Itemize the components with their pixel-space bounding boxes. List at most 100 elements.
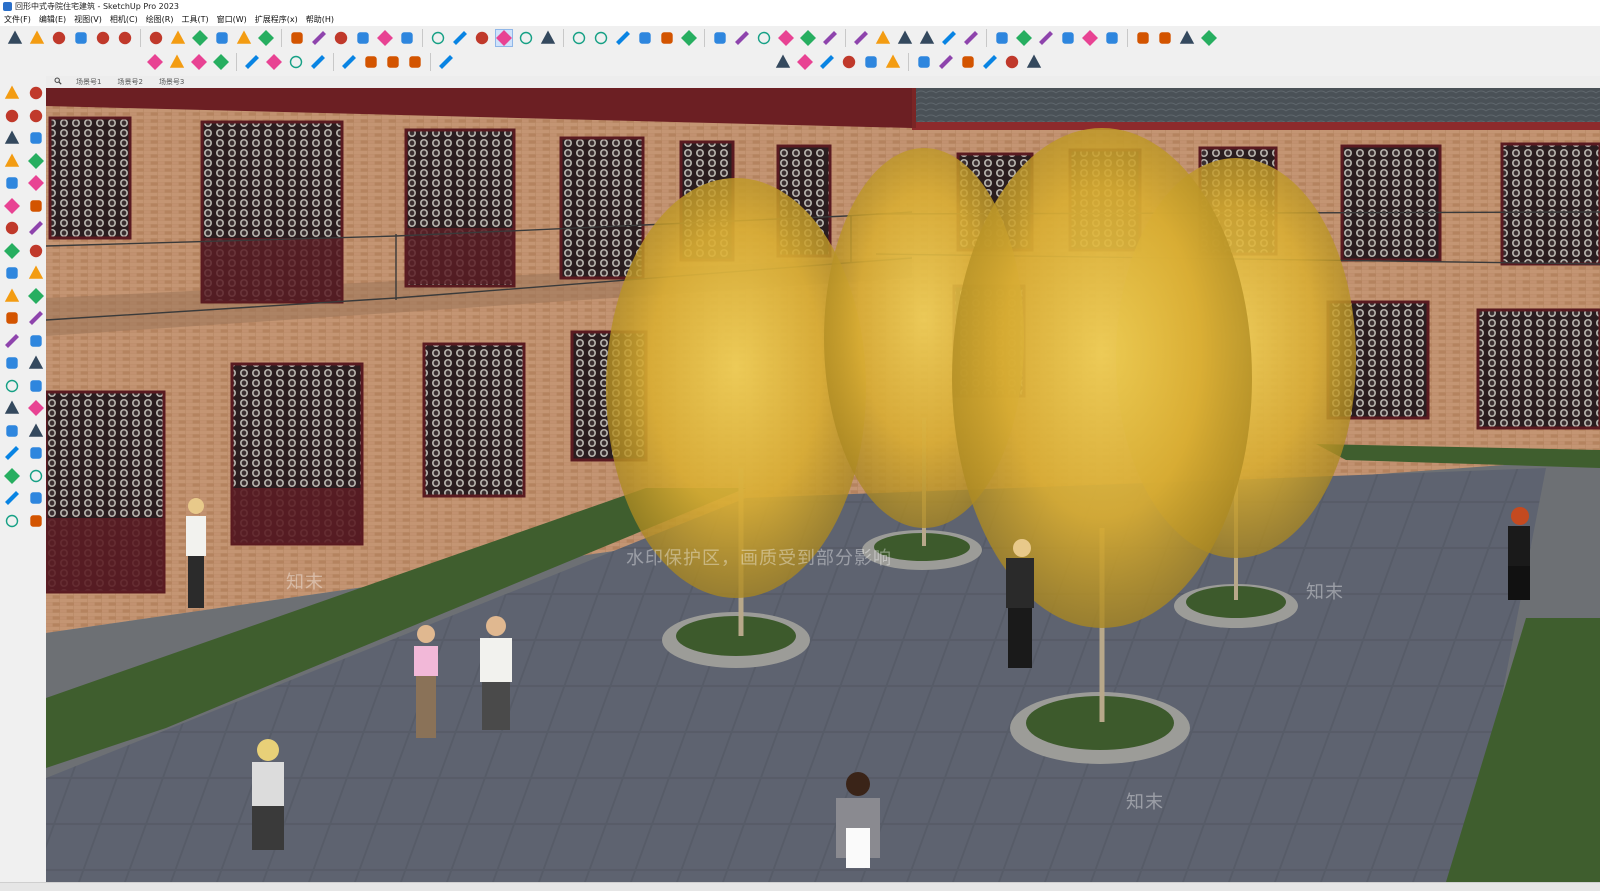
- section-icon[interactable]: [27, 467, 45, 485]
- scale-icon[interactable]: [3, 287, 21, 305]
- cloud-sync-icon[interactable]: [1200, 29, 1218, 47]
- left-view-icon[interactable]: [711, 29, 729, 47]
- solid-subtract-icon[interactable]: [1081, 29, 1099, 47]
- scene-tab-1[interactable]: 场景号1: [68, 77, 109, 87]
- top-view-icon[interactable]: [614, 29, 632, 47]
- pan-icon[interactable]: [27, 377, 45, 395]
- rotate-icon[interactable]: [3, 264, 21, 282]
- solid-union-icon[interactable]: [1059, 29, 1077, 47]
- settings-icon[interactable]: [755, 29, 773, 47]
- zoom-window-icon[interactable]: [27, 399, 45, 417]
- group-icon[interactable]: [570, 29, 588, 47]
- iso-view-icon[interactable]: [592, 29, 610, 47]
- zoom-extents-icon[interactable]: [3, 422, 21, 440]
- style-3-icon[interactable]: [818, 53, 836, 71]
- style-4-icon[interactable]: [840, 53, 858, 71]
- wire-icon[interactable]: [896, 29, 914, 47]
- section-icon[interactable]: [429, 29, 447, 47]
- dimension-icon[interactable]: [1037, 29, 1055, 47]
- solid-split-icon[interactable]: [1156, 29, 1174, 47]
- right-view-icon[interactable]: [658, 29, 676, 47]
- checker-icon[interactable]: [287, 53, 305, 71]
- scene-icon[interactable]: [168, 53, 186, 71]
- user-icon[interactable]: [517, 29, 535, 47]
- tag-icon[interactable]: [495, 29, 513, 47]
- menu-camera[interactable]: 相机(C): [106, 14, 142, 25]
- orbit-2-icon[interactable]: [3, 377, 21, 395]
- push-pull-icon[interactable]: [147, 29, 165, 47]
- stamp-icon[interactable]: [3, 512, 21, 530]
- menu-edit[interactable]: 编辑(E): [35, 14, 70, 25]
- gear-icon[interactable]: [340, 53, 358, 71]
- solid-intersect-icon[interactable]: [1103, 29, 1121, 47]
- style-2-icon[interactable]: [796, 53, 814, 71]
- close-icon[interactable]: [777, 29, 795, 47]
- cloud-upload-icon[interactable]: [1178, 29, 1196, 47]
- offset-icon[interactable]: [257, 29, 275, 47]
- move-icon[interactable]: [191, 29, 209, 47]
- line-icon[interactable]: [3, 152, 21, 170]
- menu-tools[interactable]: 工具(T): [178, 14, 213, 25]
- component-icon[interactable]: [539, 29, 557, 47]
- style-5-icon[interactable]: [862, 53, 880, 71]
- solid-trim-icon[interactable]: [1134, 29, 1152, 47]
- layers-icon[interactable]: [473, 29, 491, 47]
- front-view-icon[interactable]: [636, 29, 654, 47]
- back-view-icon[interactable]: [680, 29, 698, 47]
- scene-tab-2[interactable]: 场景号2: [109, 77, 150, 87]
- drape-icon[interactable]: [27, 512, 45, 530]
- search-icon[interactable]: [46, 77, 68, 87]
- push-pull-icon[interactable]: [27, 242, 45, 260]
- pan-icon[interactable]: [354, 29, 372, 47]
- zoom-icon[interactable]: [3, 399, 21, 417]
- menu-extensions[interactable]: 扩展程序(x): [251, 14, 302, 25]
- shaded-icon[interactable]: [918, 29, 936, 47]
- window-3-icon[interactable]: [1003, 53, 1021, 71]
- move-icon[interactable]: [3, 242, 21, 260]
- zoom-window-icon[interactable]: [376, 29, 394, 47]
- axes-icon[interactable]: [3, 354, 21, 372]
- menu-file[interactable]: 文件(F): [0, 14, 35, 25]
- cloud-down-icon[interactable]: [962, 29, 980, 47]
- menu-draw[interactable]: 绘图(R): [142, 14, 178, 25]
- circle-icon[interactable]: [3, 197, 21, 215]
- sandbox-icon[interactable]: [3, 489, 21, 507]
- polygon-icon[interactable]: [27, 197, 45, 215]
- warehouse-icon[interactable]: [993, 29, 1011, 47]
- cloud-icon[interactable]: [940, 29, 958, 47]
- orbit-icon[interactable]: [27, 84, 45, 102]
- rotate-icon[interactable]: [213, 29, 231, 47]
- protractor-icon[interactable]: [3, 332, 21, 350]
- info-icon[interactable]: [384, 53, 402, 71]
- arc-icon[interactable]: [94, 29, 112, 47]
- tape-icon[interactable]: [288, 29, 306, 47]
- smoove-icon[interactable]: [27, 489, 45, 507]
- rotated-rect-icon[interactable]: [27, 174, 45, 192]
- zoom-extents-icon[interactable]: [398, 29, 416, 47]
- follow-me-icon[interactable]: [27, 264, 45, 282]
- pencil-icon[interactable]: [72, 29, 90, 47]
- chart-icon[interactable]: [265, 53, 283, 71]
- zoom-icon[interactable]: [6, 29, 24, 47]
- text-icon[interactable]: [27, 332, 45, 350]
- style-icon[interactable]: [799, 29, 817, 47]
- cloud-icon[interactable]: [309, 53, 327, 71]
- eraser-icon[interactable]: [27, 107, 45, 125]
- select-icon[interactable]: [28, 29, 46, 47]
- scene-tab-3[interactable]: 场景号3: [151, 77, 192, 87]
- window-icon[interactable]: [959, 53, 977, 71]
- sandbox-icon[interactable]: [451, 29, 469, 47]
- orbit-icon[interactable]: [332, 29, 350, 47]
- layout-icon[interactable]: [937, 53, 955, 71]
- menu-view[interactable]: 视图(V): [70, 14, 106, 25]
- lock-icon[interactable]: [1025, 53, 1043, 71]
- outliner-icon[interactable]: [190, 53, 208, 71]
- tape-icon[interactable]: [3, 309, 21, 327]
- offset-icon[interactable]: [27, 287, 45, 305]
- dot-icon[interactable]: [1015, 29, 1033, 47]
- export-icon[interactable]: [362, 53, 380, 71]
- shadow-icon[interactable]: [821, 29, 839, 47]
- folder-icon[interactable]: [733, 29, 751, 47]
- walk-icon[interactable]: [27, 444, 45, 462]
- xray-icon[interactable]: [874, 29, 892, 47]
